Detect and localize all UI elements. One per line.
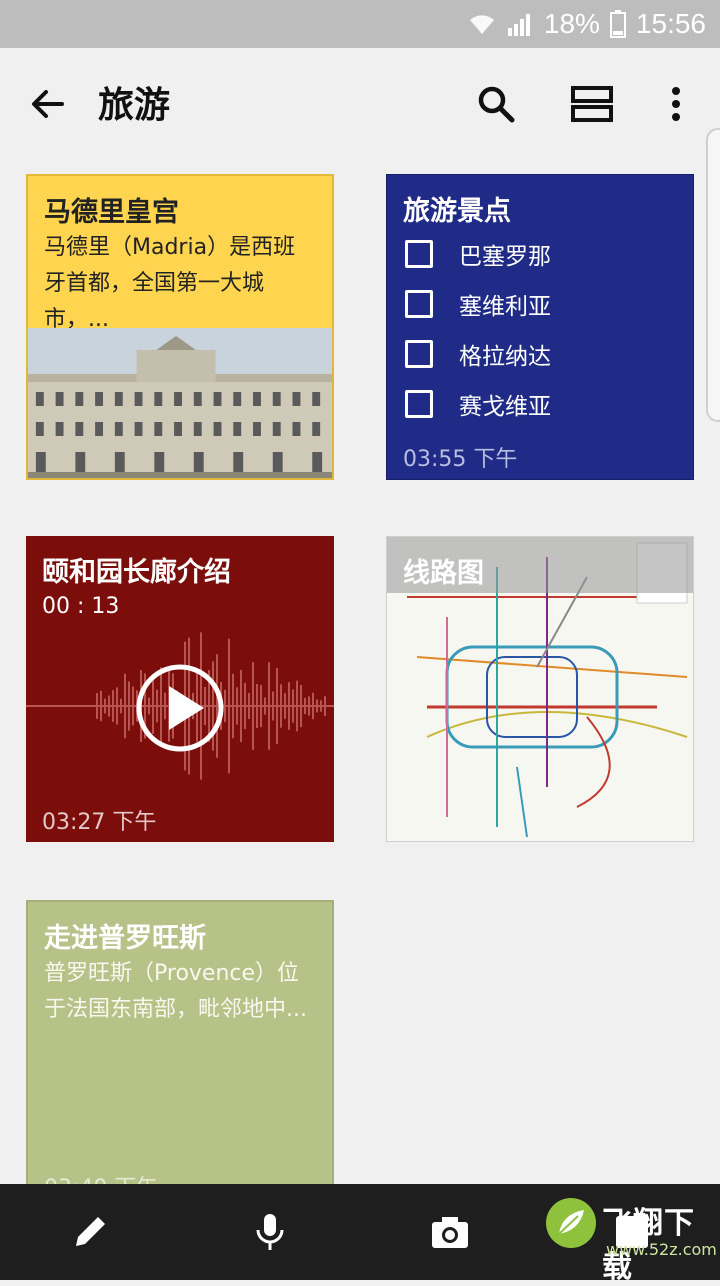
waveform-bar [272,691,274,721]
note-title: 走进普罗旺斯 [44,923,206,954]
checklist-item[interactable]: 塞维利亚 [405,287,551,321]
clock: 15:56 [635,8,706,39]
note-title: 马德里皇宫 [44,197,179,228]
waveform-bar [292,689,294,723]
camera-icon[interactable] [428,1210,472,1254]
watermark-logo: 飞翔下载 www.52z.com [544,1190,717,1285]
arrow-left-icon[interactable] [28,84,68,124]
scroll-edge-handle [706,128,720,422]
signal-icon [507,14,530,36]
checklist-item-label: 赛戈维亚 [459,394,551,420]
waveform-bar [116,687,118,725]
note-timestamp: 03:27 下午 [42,810,157,835]
waveform-bar [296,680,298,732]
waveform-bar [96,693,98,719]
note-card-provence[interactable]: 走进普罗旺斯 普罗旺斯（Provence）位于法国东南部，毗邻地中... 03:… [26,900,334,1200]
waveform-bar [320,700,322,712]
waveform-bar [112,690,114,722]
view-stream-icon[interactable] [570,82,614,126]
waveform-bar [276,667,278,745]
page-title: 旅游 [98,85,171,126]
waveform-bar [316,699,318,713]
waveform-bar [252,662,254,750]
note-body: 普罗旺斯（Provence）位于法国东南部，毗邻地中... [44,961,307,1022]
waveform-bar [104,698,106,714]
waveform-bar [244,682,246,730]
checkbox[interactable] [405,390,433,418]
waveform-bar [280,684,282,728]
note-title: 旅游景点 [403,196,511,227]
battery-percent: 18% [543,8,600,39]
waveform-bar [260,684,262,728]
note-card-audio[interactable]: 颐和园长廊介绍 00 : 13 03:27 下午 [26,536,334,842]
waveform-bar [100,690,102,722]
watermark-url: www.52z.com [606,1240,717,1259]
search-icon[interactable] [474,82,518,126]
waveform-bar [128,681,130,731]
waveform-bar [264,697,266,715]
checkbox[interactable] [405,290,433,318]
waveform-bar [312,692,314,720]
note-timestamp: 03:55 下午 [403,447,518,472]
palace-photo [28,328,332,478]
play-icon[interactable] [134,662,226,754]
waveform-bar [324,696,326,716]
waveform-bar [248,692,250,720]
waveform-bar [256,684,258,728]
microphone-icon[interactable] [248,1210,292,1254]
wifi-icon [469,15,494,34]
checklist-item[interactable]: 赛戈维亚 [405,387,551,421]
waveform-bar [284,693,286,719]
waveform-bar [308,696,310,716]
note-title: 颐和园长廊介绍 [42,557,231,588]
checklist-item-label: 塞维利亚 [459,294,551,320]
waveform-bar [288,682,290,730]
checkbox[interactable] [405,240,433,268]
waveform-bar [228,638,230,774]
note-card-madrid[interactable]: 马德里皇宫 马德里（Madria）是西班牙首都，全国第一大城市，... [26,174,334,480]
more-vert-icon[interactable] [654,82,698,126]
checklist-item[interactable]: 巴塞罗那 [405,237,551,271]
app-bar: 旅游 [0,48,720,160]
waveform-bar [120,698,122,714]
waveform-bar [236,687,238,725]
waveform-bar [304,697,306,715]
waveform-bar [300,684,302,728]
note-card-checklist[interactable]: 旅游景点 巴塞罗那 塞维利亚 格拉纳达 赛戈维亚 03:55 下午 [386,174,694,480]
status-bar: 18% 15:56 [0,0,720,48]
note-body: 马德里（Madria）是西班牙首都，全国第一大城市，... [44,235,296,332]
waveform-bar [240,669,242,743]
waveform-bar [124,673,126,739]
waveform-bar [108,695,110,717]
checkbox[interactable] [405,340,433,368]
checklist-item-label: 格拉纳达 [459,344,551,370]
note-card-map[interactable]: 线路图 [386,536,694,842]
checklist-item[interactable]: 格拉纳达 [405,337,551,371]
battery-icon [609,10,626,38]
checklist-item-label: 巴塞罗那 [459,244,551,270]
waveform-bar [268,662,270,750]
note-title: 线路图 [403,558,484,589]
waveform-bar [232,673,234,739]
leaf-logo-icon [546,1198,596,1248]
pencil-icon[interactable] [68,1210,112,1254]
